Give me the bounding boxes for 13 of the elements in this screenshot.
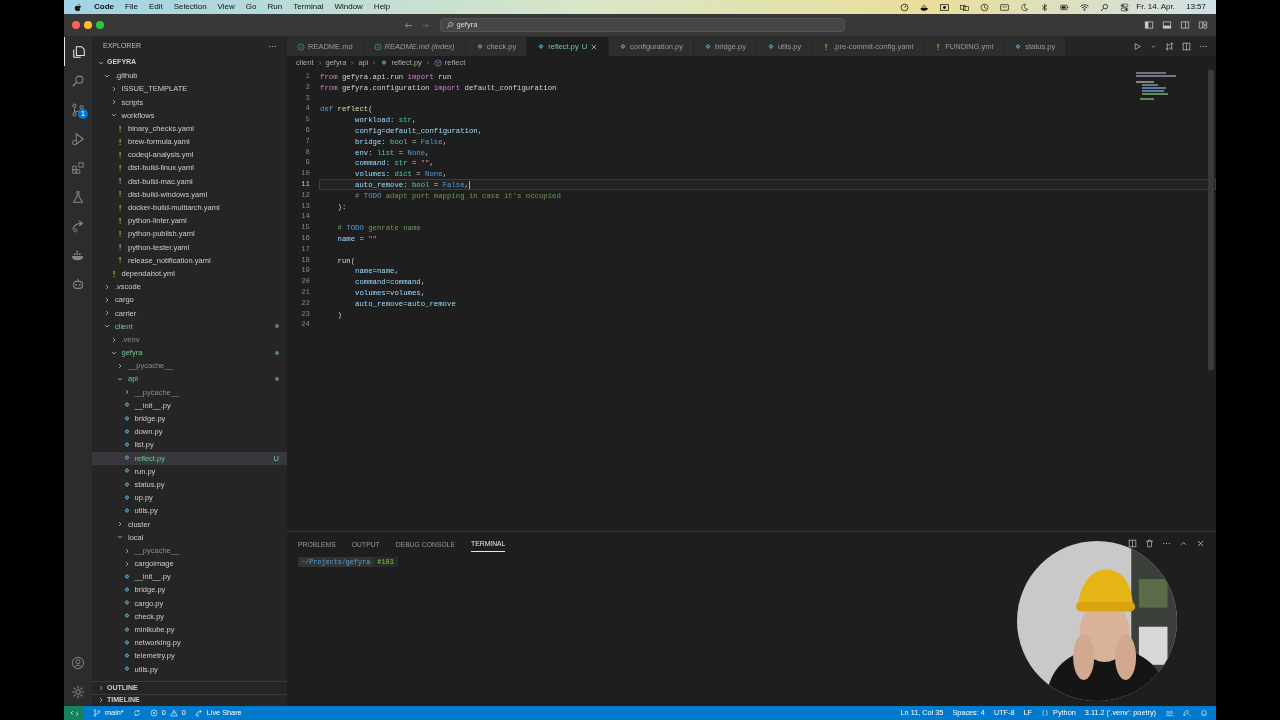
menu-item[interactable]: Terminal <box>293 1 324 13</box>
menu-item[interactable]: View <box>217 1 235 13</box>
notification-badge: 1 <box>78 109 88 119</box>
menu-item[interactable]: Window <box>334 1 363 13</box>
menu-item[interactable]: File <box>125 1 138 13</box>
menu-item[interactable]: Selection <box>173 1 207 13</box>
date: Fr. 14. Apr. <box>1136 1 1175 13</box>
menu-item[interactable]: Go <box>245 1 257 13</box>
menu-item[interactable]: Help <box>373 1 391 13</box>
clock-time: 13:57 <box>1185 1 1206 13</box>
menu-item[interactable]: Run <box>267 1 283 13</box>
menu-item[interactable]: Edit <box>148 1 163 13</box>
app-menu[interactable]: Code <box>94 1 114 13</box>
